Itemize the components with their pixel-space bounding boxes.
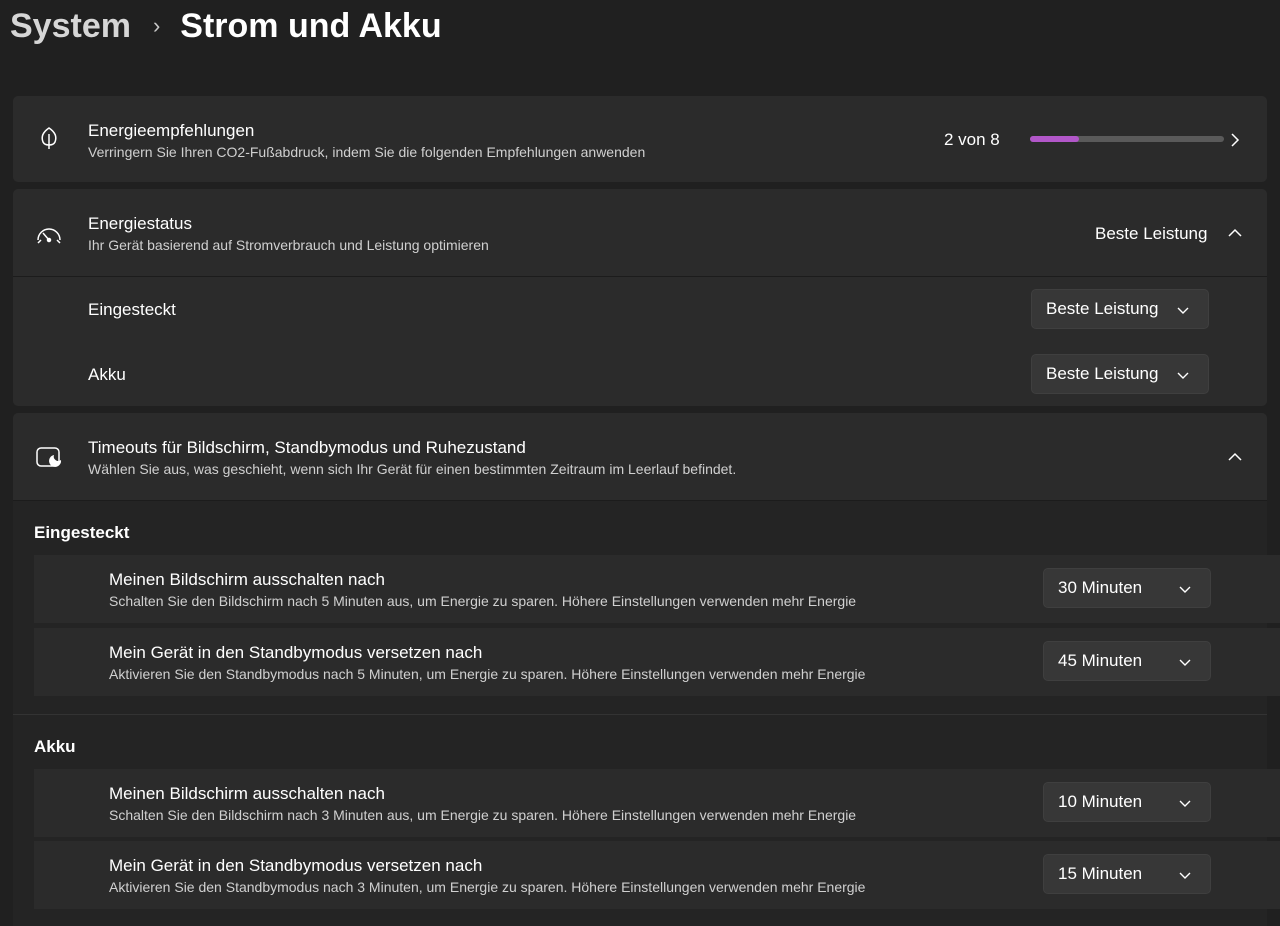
energy-recommendations-card[interactable]: Energieempfehlungen Verringern Sie Ihren… [13,96,1267,182]
plugged-sleep-row: Mein Gerät in den Standbymodus versetzen… [34,628,1280,696]
page-title: Strom und Akku [180,6,442,45]
setting-subtitle: Schalten Sie den Bildschirm nach 5 Minut… [109,593,857,609]
power-mode-battery-dropdown[interactable]: Beste Leistung [1031,354,1209,394]
chevron-down-icon [1179,586,1191,593]
power-mode-title: Energiestatus [88,214,192,233]
chevron-up-icon[interactable] [1227,449,1243,465]
energy-recommendations-title: Energieempfehlungen [88,121,255,140]
setting-subtitle: Aktivieren Sie den Standbymodus nach 5 M… [109,666,866,682]
dropdown-value: Beste Leistung [1046,364,1159,383]
chevron-down-icon [1179,800,1191,807]
chevron-down-icon [1177,307,1189,314]
chevron-down-icon [1179,659,1191,666]
dropdown-value: 15 Minuten [1058,864,1143,883]
timeouts-battery-heading: Akku [34,737,76,756]
recommendations-progress-bar [1030,136,1224,142]
setting-subtitle: Schalten Sie den Bildschirm nach 3 Minut… [109,807,857,823]
power-mode-subtitle: Ihr Gerät basierend auf Stromverbrauch u… [88,237,489,253]
timeouts-subtitle: Wählen Sie aus, was geschieht, wenn sich… [88,461,737,477]
gauge-icon [35,220,63,248]
plugged-sleep-dropdown[interactable]: 45 Minuten [1043,641,1211,681]
plugged-screen-off-dropdown[interactable]: 30 Minuten [1043,568,1211,608]
setting-title: Meinen Bildschirm ausschalten nach [109,570,385,589]
dropdown-value: 10 Minuten [1058,792,1143,811]
chevron-down-icon [1177,372,1189,379]
power-mode-plugged-label: Eingesteckt [88,300,176,319]
breadcrumb: System › Strom und Akku [10,4,442,48]
setting-subtitle: Aktivieren Sie den Standbymodus nach 3 M… [109,879,866,895]
chevron-up-icon[interactable] [1227,225,1243,241]
power-mode-card: Energiestatus Ihr Gerät basierend auf St… [13,189,1267,406]
power-mode-battery-label: Akku [88,365,126,384]
plugged-screen-off-row: Meinen Bildschirm ausschalten nach Schal… [34,555,1280,623]
dropdown-value: 45 Minuten [1058,651,1143,670]
chevron-right-icon[interactable] [1227,132,1243,148]
timeouts-title: Timeouts für Bildschirm, Standbymodus un… [88,438,526,457]
battery-sleep-row: Mein Gerät in den Standbymodus versetzen… [34,841,1280,909]
divider [13,276,1267,277]
chevron-down-icon [1179,872,1191,879]
timeouts-plugged-heading: Eingesteckt [34,523,130,542]
screen-sleep-icon [35,444,63,472]
battery-sleep-dropdown[interactable]: 15 Minuten [1043,854,1211,894]
energy-recommendations-subtitle: Verringern Sie Ihren CO2-Fußabdruck, ind… [88,144,646,160]
leaf-icon [35,124,63,152]
recommendations-progress-fill [1030,136,1079,142]
setting-title: Mein Gerät in den Standbymodus versetzen… [109,643,483,662]
breadcrumb-system-link[interactable]: System [10,7,131,46]
setting-title: Mein Gerät in den Standbymodus versetzen… [109,856,483,875]
power-mode-plugged-dropdown[interactable]: Beste Leistung [1031,289,1209,329]
divider [13,500,1267,501]
dropdown-value: Beste Leistung [1046,299,1159,318]
breadcrumb-separator: › [152,13,161,38]
battery-screen-off-dropdown[interactable]: 10 Minuten [1043,782,1211,822]
setting-title: Meinen Bildschirm ausschalten nach [109,784,385,803]
dropdown-value: 30 Minuten [1058,578,1143,597]
recommendations-progress-text: 2 von 8 [944,130,1000,149]
power-mode-current-value: Beste Leistung [1095,224,1208,243]
divider [13,714,1267,715]
battery-screen-off-row: Meinen Bildschirm ausschalten nach Schal… [34,769,1280,837]
